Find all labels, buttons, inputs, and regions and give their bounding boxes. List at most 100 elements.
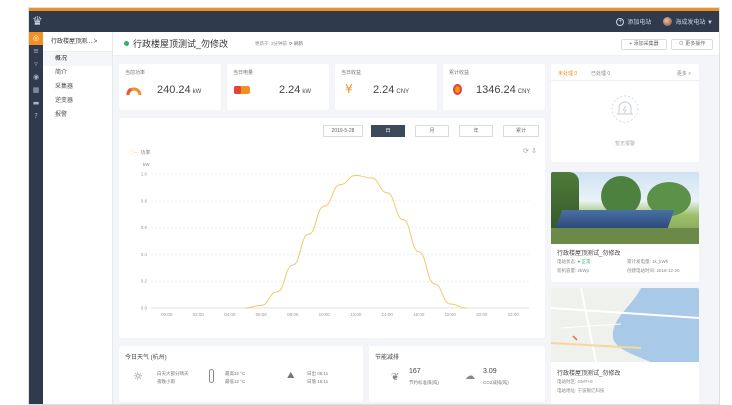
stat-value-power: 240.24 kW xyxy=(157,84,201,96)
refresh-label: 刷新 xyxy=(294,41,304,46)
user-name: 海成发电站 ▼ xyxy=(675,20,713,26)
co2-value: 3.09 xyxy=(483,368,497,375)
stat-number: 2.24 xyxy=(279,84,301,96)
help-icon[interactable]: ? xyxy=(29,110,43,123)
power-data-point xyxy=(323,205,325,207)
power-line-chart: 0.0 0.2 0.4 0.6 0.8 1.0 00:00 02:00 04:00 06:00 08… xyxy=(141,172,529,317)
x-tick-label: 02:00 xyxy=(193,312,205,317)
power-data-point xyxy=(276,291,278,293)
y-tick-label: 0.0 xyxy=(141,306,148,311)
grid-icon[interactable]: ▦ xyxy=(29,84,43,97)
power-data-point xyxy=(386,192,388,194)
stat-label: 累计收益 xyxy=(449,70,470,76)
station-selector[interactable]: 行政楼屋顶测... > xyxy=(43,32,112,52)
x-tick-label: 10:00 xyxy=(319,312,331,317)
alerts-more-link[interactable]: 更多 > xyxy=(677,70,691,77)
y-tick-label: 0.6 xyxy=(141,225,148,230)
station-status: 电站状态: ● 正常 xyxy=(557,259,590,265)
list-icon[interactable]: ≡ xyxy=(29,45,43,58)
screenshot-frame: ♛ + 添加电站 海成发电站 ▼ ◎ ≡ ▿ ◉ ▦ ▬ ? 行政楼屋顶测...… xyxy=(0,0,732,405)
subnav-item-overview[interactable]: 概况 xyxy=(43,52,112,66)
weather-desc: 白天大部分晴天 xyxy=(157,371,189,376)
stat-number: 1346.24 xyxy=(476,84,516,96)
y-tick-label: 0.4 xyxy=(141,252,148,257)
subnav-item-collector[interactable]: 采集器 xyxy=(43,80,112,94)
stat-unit: CNY xyxy=(396,89,410,95)
station-capacity: 装机容量: 2kWp xyxy=(557,268,589,274)
update-time: 更新于: 2分钟前 xyxy=(255,41,288,46)
map-view[interactable] xyxy=(551,288,699,362)
map-graphic xyxy=(551,288,699,362)
empty-alarm-icon xyxy=(611,95,639,123)
temp-low: 最低12 °C xyxy=(225,379,246,384)
subnav-item-alarm[interactable]: 报警 xyxy=(43,108,112,122)
top-nav-bar: ♛ + 添加电站 海成发电站 ▼ xyxy=(29,11,719,32)
eye-icon[interactable]: ◉ xyxy=(29,71,43,84)
filter-icon[interactable]: ▿ xyxy=(29,58,43,71)
more-ops-button[interactable]: ⊙ 更多操作 xyxy=(671,39,713,50)
add-station-button[interactable]: + 添加电站 xyxy=(616,17,651,26)
power-data-point xyxy=(402,218,404,221)
avatar xyxy=(663,17,673,26)
divider xyxy=(551,80,699,81)
temp-high: 最高32 °C xyxy=(225,371,246,376)
coal-label: 节约标准煤(吨) xyxy=(409,380,439,385)
sunrise: 日出 05:11 xyxy=(307,371,329,376)
power-data-point xyxy=(465,307,467,309)
status-value: ● 正常 xyxy=(577,259,591,264)
subnav-item-inverter[interactable]: 逆变器 xyxy=(43,94,112,108)
chevron-right-icon: > xyxy=(93,39,98,45)
station-name: 行政楼屋顶测试_勿修改 xyxy=(557,251,621,257)
x-tick-label: 00:00 xyxy=(161,312,173,317)
add-collector-button[interactable]: + 添加采集器 xyxy=(621,39,667,50)
power-chart-card: 2019-5-28 日 月 年 累计 ⟳ ⇩ ◇— 功率 kW 0.0 0.2 0.… xyxy=(119,118,545,338)
station-subnav: 行政楼屋顶测... > 概况 简介 采集器 逆变器 报警 xyxy=(43,32,113,404)
y-tick-label: 1.0 xyxy=(141,172,148,177)
stat-unit: kW xyxy=(302,89,312,95)
stat-card-total-income: 累计收益 1346.24 CNY xyxy=(443,64,545,110)
stat-card-power: 当前功率 240.24 kW xyxy=(119,64,221,110)
stat-label: 当日电量 xyxy=(233,70,254,76)
home-icon[interactable]: ◎ xyxy=(29,32,43,45)
refresh-button[interactable]: ⟳ 刷新 xyxy=(289,41,303,47)
more-ops-label: 更多操作 xyxy=(685,41,706,47)
power-series-line xyxy=(245,174,467,309)
status-label: 电站状态: xyxy=(557,259,577,264)
stat-card-energy: 当日电量 2.24 kW xyxy=(227,64,329,110)
add-station-label: 添加电站 xyxy=(627,20,652,26)
stat-number: 2.24 xyxy=(373,84,395,96)
tz-value: GMT+8 xyxy=(577,379,593,384)
stat-value-total-income: 1346.24 CNY xyxy=(476,84,530,96)
tz-label: 电站时区: xyxy=(557,379,577,384)
tab-unresolved[interactable]: 未处理 0 xyxy=(558,70,577,77)
stat-value-income: 2.24 CNY xyxy=(373,84,409,96)
power-data-point xyxy=(370,177,373,179)
power-data-point xyxy=(244,307,247,309)
station-created: 创建电站时间: 2018-12-20 xyxy=(627,268,680,274)
station-map-card[interactable]: 行政楼屋顶测试_勿修改 电站时区: GMT+8 电站地址: 宁波银亿科技 xyxy=(551,288,699,404)
mountain-sun-icon: ⛰ xyxy=(287,371,295,381)
map-station-addr: 电站地址: 宁波银亿科技 xyxy=(557,388,605,394)
cloud-icon: ☁ xyxy=(465,371,475,382)
weather-night: 夜晚小雨 xyxy=(157,379,175,384)
main-content: 行政楼屋顶测试_勿修改 更新于: 2分钟前 ⟳ 刷新 + 添加采集器 ⊙ 更多操… xyxy=(113,32,719,404)
icon-sidebar: ◎ ≡ ▿ ◉ ▦ ▬ ? xyxy=(29,32,43,404)
status-dot-icon xyxy=(124,41,129,46)
x-tick-label: 16:00 xyxy=(413,312,425,317)
folder-icon[interactable]: ▬ xyxy=(29,97,43,110)
subnav-item-intro[interactable]: 简介 xyxy=(43,66,112,80)
station-photo xyxy=(551,172,699,244)
station-info-card[interactable]: 行政楼屋顶测试_勿修改 电站状态: ● 正常 装机容量: 2kWp 累计发电量:… xyxy=(551,172,699,282)
addr-value: 宁波银亿科技 xyxy=(577,388,605,393)
x-tick-label: 12:00 xyxy=(350,312,362,317)
brand-logo-icon[interactable]: ♛ xyxy=(32,13,44,30)
capacity-value: 2kWp xyxy=(577,268,590,273)
user-menu[interactable]: 海成发电站 ▼ xyxy=(663,17,713,26)
x-tick-label: 04:00 xyxy=(224,312,236,317)
station-total-power: 累计发电量: 1k_kWh xyxy=(627,259,668,265)
map-station-tz: 电站时区: GMT+8 xyxy=(557,379,593,385)
tab-resolved[interactable]: 已处理 0 xyxy=(591,70,610,77)
battery-icon xyxy=(234,86,250,94)
stat-label: 当日收益 xyxy=(341,70,362,76)
x-tick-label: 18:00 xyxy=(445,312,457,317)
